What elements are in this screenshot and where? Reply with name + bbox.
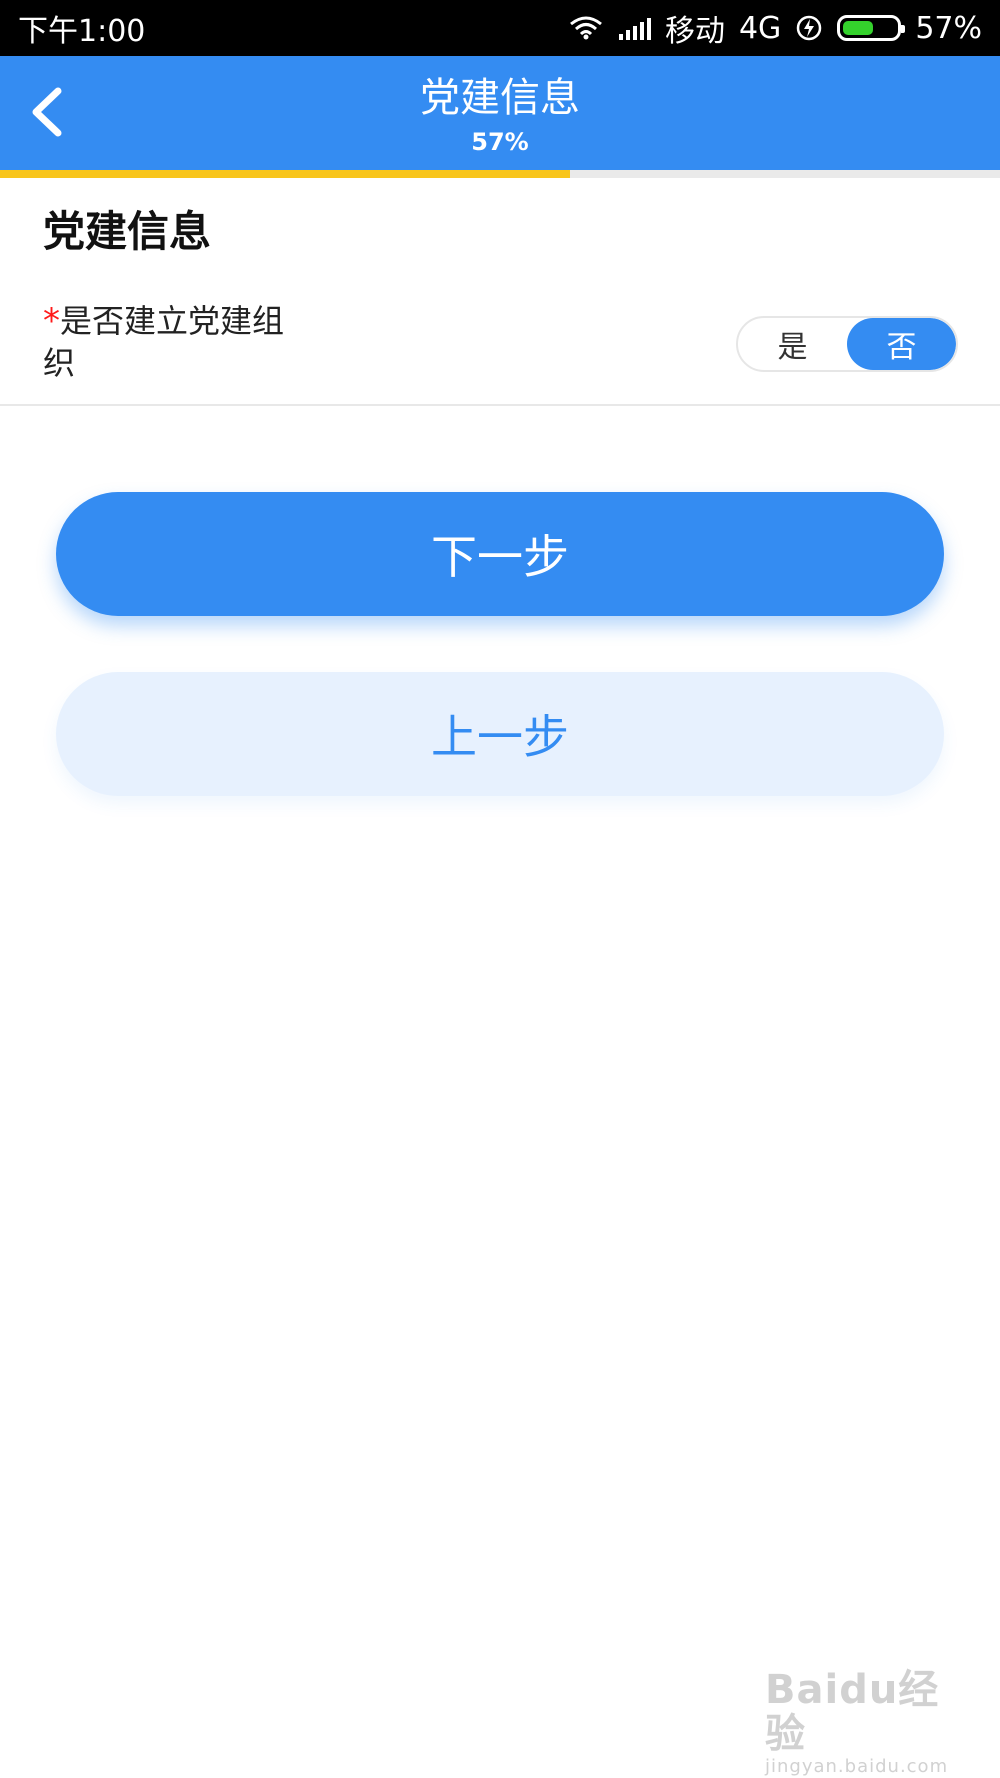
battery-percent: 57% [915,10,982,46]
previous-step-button[interactable]: 上一步 [56,672,944,796]
watermark-logo: Baidu经验 [765,1667,940,1757]
toggle-option-no[interactable]: 否 [847,318,956,370]
app-header: 党建信息 57% [0,56,1000,170]
watermark-url: jingyan.baidu.com [765,1756,949,1777]
page-title: 党建信息 [420,75,580,121]
battery-fill [843,21,873,35]
wifi-icon [569,16,603,40]
network-label: 4G [738,10,782,46]
question-label: *是否建立党建组织 [43,300,308,384]
progress-bar [0,170,1000,178]
signal-icon [617,16,651,40]
yes-no-toggle: 是 否 [736,316,958,372]
question-row: *是否建立党建组织 是 否 [0,290,1000,406]
status-time: 下午1:00 [18,14,146,49]
progress-percent: 57% [471,128,529,156]
required-mark: * [43,301,60,341]
baidu-watermark: Baidu经验 jingyan.baidu.com [765,1668,955,1778]
battery-icon [837,15,906,41]
next-step-button[interactable]: 下一步 [56,492,944,616]
progress-fill [0,170,570,178]
status-right: 移动 4G 57% [569,6,982,50]
charging-icon [795,14,823,42]
section-title: 党建信息 [43,207,212,256]
question-text: 是否建立党建组织 [43,302,285,382]
status-bar: 下午1:00 移动 4G 57% [0,0,1000,56]
carrier-label: 移动 [664,14,725,49]
status-left: 下午1:00 [18,6,145,50]
toggle-option-yes[interactable]: 是 [738,318,847,370]
